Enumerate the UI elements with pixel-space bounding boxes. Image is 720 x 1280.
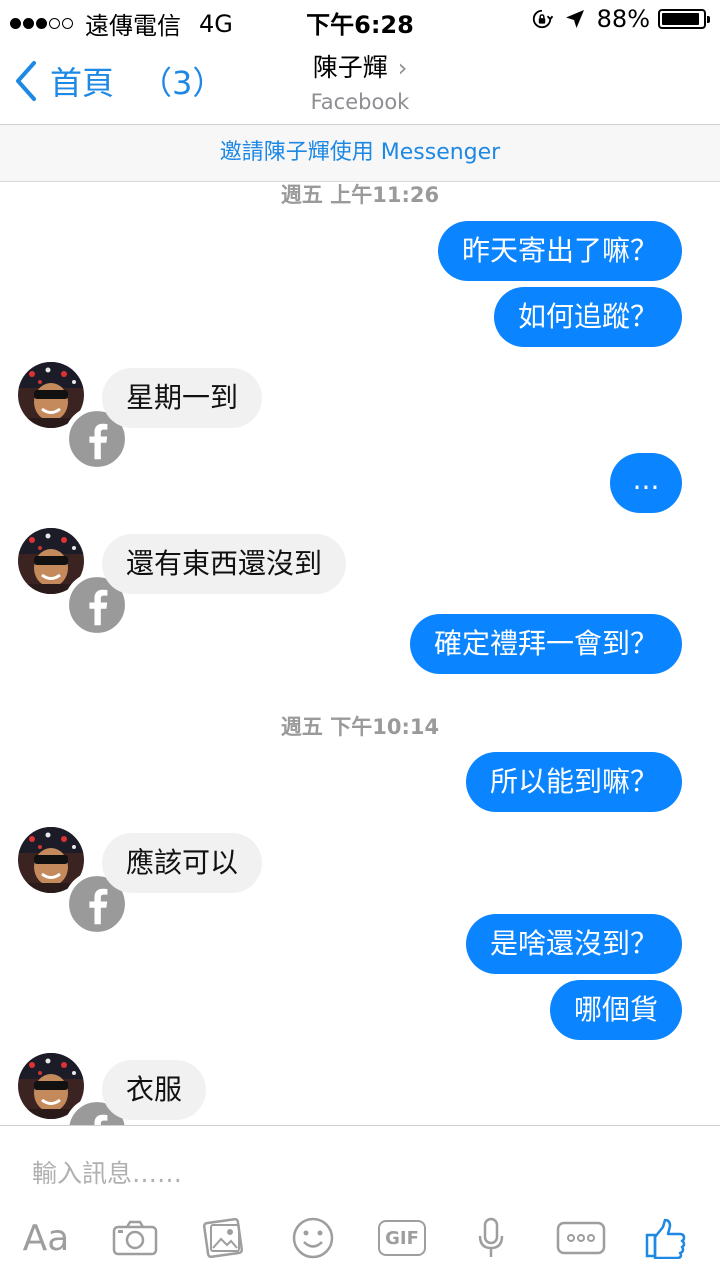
outgoing-message[interactable]: 是啥還沒到？ (465, 914, 682, 974)
gallery-button[interactable] (200, 1208, 248, 1268)
timestamp: 週五 上午11:26 (280, 183, 440, 207)
location-arrow-icon (565, 10, 584, 28)
incoming-message[interactable]: 衣服 (102, 1060, 207, 1120)
message-list[interactable]: 週五 上午11:26 昨天寄出了嘛？ 如何追蹤？ 星期一到 ... 還有東西還沒… (0, 181, 720, 1125)
avatar[interactable] (18, 827, 130, 937)
outgoing-message[interactable]: ... (610, 453, 682, 513)
avatar[interactable] (18, 362, 130, 472)
composer-toolbar: Aa GIF (0, 1208, 720, 1268)
messenger-screen: 遠傳電信 4G 下午6:28 88% 首頁 （3） 陳子輝 › Facebook… (0, 0, 720, 1280)
sticker-button[interactable] (288, 1208, 338, 1268)
rotation-lock-icon (532, 9, 553, 29)
incoming-message[interactable]: 星期一到 (102, 368, 263, 428)
conversation-title[interactable]: 陳子輝 › Facebook (0, 48, 720, 114)
battery-icon (658, 9, 710, 29)
outgoing-message[interactable]: 所以能到嘛？ (465, 752, 682, 812)
gif-button[interactable]: GIF (375, 1208, 429, 1268)
gif-icon: GIF (378, 1220, 426, 1256)
gallery-icon (202, 1217, 244, 1259)
status-bar: 遠傳電信 4G 下午6:28 88% (0, 0, 720, 40)
text-format-button[interactable]: Aa (18, 1208, 74, 1268)
nav-bar: 首頁 （3） 陳子輝 › Facebook (0, 40, 720, 124)
contact-name: 陳子輝 (312, 53, 388, 82)
outgoing-message[interactable]: 如何追蹤？ (493, 287, 682, 347)
incoming-message[interactable]: 應該可以 (102, 833, 263, 893)
more-button[interactable] (554, 1208, 608, 1268)
battery-percent: 88% (596, 5, 650, 33)
timestamp: 週五 下午10:14 (280, 715, 440, 739)
status-right: 88% (531, 5, 710, 33)
microphone-icon (478, 1217, 504, 1257)
gif-label: GIF (385, 1227, 419, 1249)
camera-button[interactable] (108, 1208, 162, 1268)
smiley-icon (292, 1217, 334, 1259)
like-button[interactable] (642, 1208, 690, 1268)
text-format-icon: Aa (22, 1217, 70, 1259)
incoming-message[interactable]: 還有東西還沒到 (102, 534, 347, 594)
contact-subtitle: Facebook (310, 90, 410, 114)
outgoing-message[interactable]: 哪個貨 (549, 980, 682, 1040)
camera-icon (112, 1220, 158, 1256)
composer: 輸入訊息…… Aa GIF (0, 1125, 720, 1280)
chevron-right-icon: › (397, 54, 408, 82)
avatar[interactable] (18, 1053, 130, 1125)
message-input[interactable]: 輸入訊息…… (32, 1154, 182, 1190)
voice-button[interactable] (474, 1208, 508, 1268)
more-icon (556, 1221, 606, 1255)
avatar[interactable] (18, 528, 130, 638)
thumbs-up-icon (645, 1218, 686, 1259)
outgoing-message[interactable]: 確定禮拜一會到？ (409, 614, 682, 674)
invite-banner[interactable]: 邀請陳子輝使用 Messenger (0, 124, 720, 182)
outgoing-message[interactable]: 昨天寄出了嘛？ (437, 221, 682, 281)
